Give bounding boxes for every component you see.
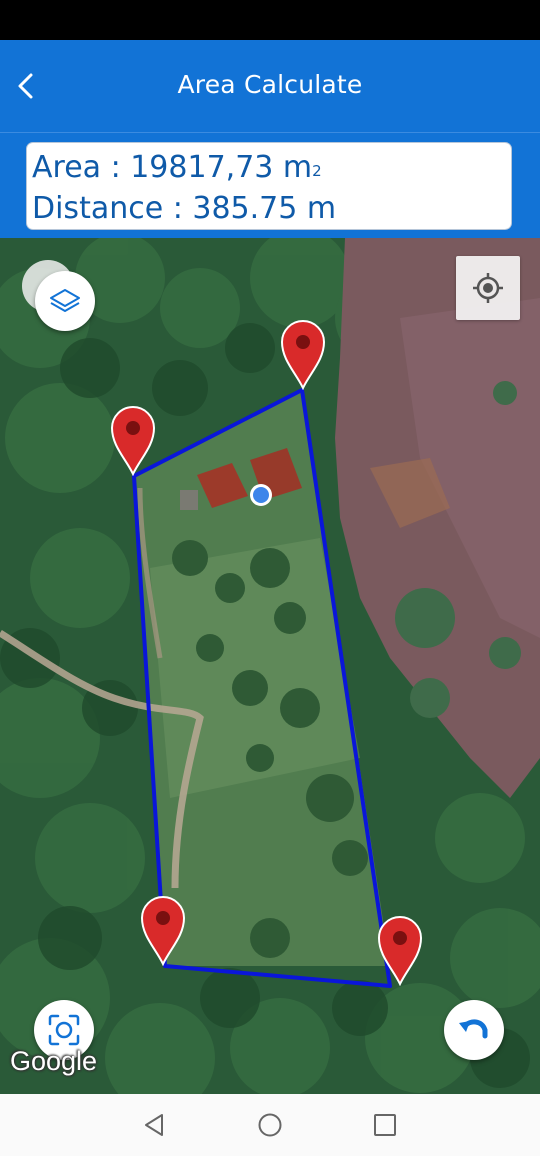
map-marker-3[interactable] <box>140 894 186 966</box>
screenshot-frame-icon <box>48 1014 80 1046</box>
undo-button[interactable] <box>444 1000 504 1060</box>
undo-icon <box>459 1019 488 1039</box>
map-layers-button[interactable] <box>35 271 95 331</box>
info-strip: Area : 19817,73 m2 Distance : 385.75 m <box>0 132 540 239</box>
app-bar: Area Calculate <box>0 40 540 132</box>
google-attribution: Google <box>10 1046 98 1076</box>
status-bar <box>0 0 540 40</box>
triangle-back-icon[interactable] <box>140 1110 170 1140</box>
map-marker-4[interactable] <box>377 914 423 986</box>
page-title: Area Calculate <box>177 70 363 99</box>
system-nav-bar <box>0 1094 540 1156</box>
area-row: Area : 19817,73 m2 <box>32 147 511 188</box>
area-value: 19817,73 m <box>130 150 313 185</box>
circle-home-icon[interactable] <box>255 1110 285 1140</box>
map-marker-2[interactable] <box>110 404 156 476</box>
my-location-button[interactable] <box>456 256 520 320</box>
distance-label: Distance : <box>32 191 193 226</box>
area-label: Area : <box>32 150 131 185</box>
layers-icon <box>50 289 80 312</box>
square-recents-icon[interactable] <box>370 1110 400 1140</box>
map-marker-1[interactable] <box>280 318 326 390</box>
measurement-card: Area : 19817,73 m2 Distance : 385.75 m <box>26 142 512 230</box>
satellite-map[interactable]: Google <box>0 238 540 1094</box>
distance-value: 385.75 m <box>192 191 337 226</box>
map-imagery <box>0 238 540 1094</box>
distance-row: Distance : 385.75 m <box>32 188 511 229</box>
area-unit-superscript: 2 <box>312 162 322 180</box>
crosshair-icon <box>473 273 503 303</box>
